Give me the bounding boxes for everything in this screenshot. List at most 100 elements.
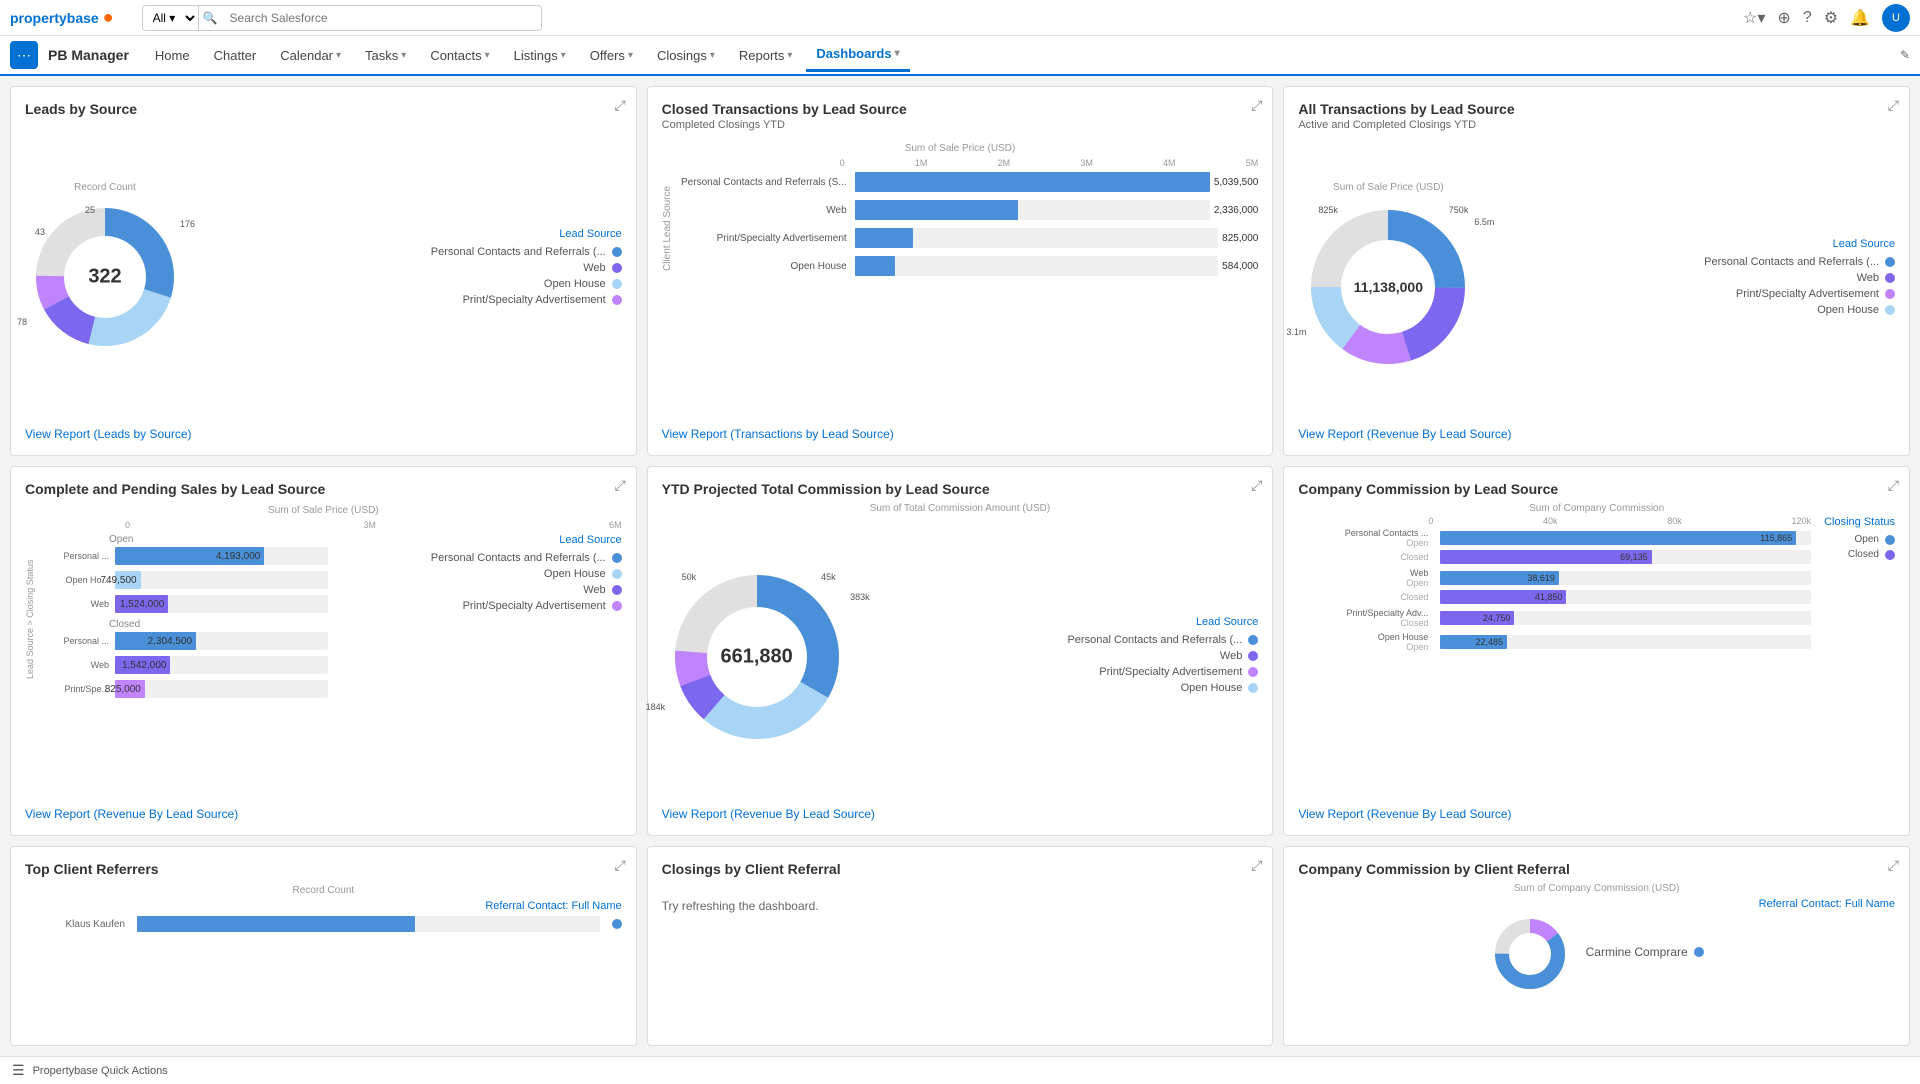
- logo: propertybase ●: [10, 7, 114, 28]
- ytd-label-184k: 184k: [646, 702, 666, 712]
- cp-bar-fill-5: 825,000: [115, 680, 145, 698]
- card-ytd-commission: YTD Projected Total Commission by Lead S…: [647, 466, 1274, 836]
- legend-cp-dot-3: [612, 601, 622, 611]
- bar-label-3: Open House: [677, 261, 847, 272]
- chart-cc: Sum of Company Commission 0 40k 80k 120k…: [1298, 499, 1895, 799]
- view-report-leads[interactable]: View Report (Leads by Source): [25, 419, 622, 441]
- view-report-cp[interactable]: View Report (Revenue By Lead Source): [25, 799, 622, 821]
- nav-home[interactable]: Home: [145, 40, 200, 71]
- legend-cp-label-1: Open House: [544, 568, 606, 580]
- chart-cp: Sum of Sale Price (USD) 0 3M 6M Lead Sou…: [25, 499, 622, 799]
- nav-offers[interactable]: Offers ▾: [580, 40, 643, 71]
- tick-3m: 3M: [1080, 158, 1093, 168]
- bar-label-0: Personal Contacts and Referrals (S...: [677, 177, 847, 188]
- card-title-leads: Leads by Source: [25, 101, 622, 117]
- legend-cc-dot-1: [1885, 550, 1895, 560]
- cc-fill-2: 38,619: [1440, 571, 1559, 585]
- legend-all-label-0: Personal Contacts and Referrals (...: [1704, 256, 1879, 268]
- tcr-dot-0: [612, 919, 622, 929]
- legend-ytd-label-0: Personal Contacts and Referrals (...: [1067, 634, 1242, 646]
- settings-icon[interactable]: ⚙: [1824, 8, 1838, 28]
- cc-bar-3: Closed 41,850: [1298, 590, 1811, 604]
- legend-all-3: Open House: [1498, 304, 1895, 316]
- view-report-cc[interactable]: View Report (Revenue By Lead Source): [1298, 799, 1895, 821]
- nav-dashboards[interactable]: Dashboards ▾: [806, 38, 909, 72]
- cc-axis-label: Sum of Company Commission: [1298, 503, 1895, 514]
- cc-label-1: Closed: [1298, 552, 1428, 562]
- ytd-label-383k: 383k: [850, 592, 870, 602]
- cp-bar-label-0: Personal ...: [39, 551, 109, 561]
- legend-leads: Lead Source Personal Contacts and Referr…: [205, 228, 622, 310]
- legend-dot-3: [612, 295, 622, 305]
- chart-ccr: Sum of Company Commission (USD) Referral…: [1298, 879, 1895, 1031]
- help-icon[interactable]: ?: [1803, 9, 1812, 27]
- expand-closed[interactable]: ⤢: [1251, 97, 1262, 114]
- expand-leads[interactable]: ⤢: [614, 97, 625, 114]
- legend-ytd-dot-1: [1248, 651, 1258, 661]
- legend-ytd-2: Print/Specialty Advertisement: [882, 666, 1259, 678]
- ccr-legend: Carmine Comprare: [1586, 945, 1704, 963]
- expand-cc[interactable]: ⤢: [1888, 477, 1899, 494]
- cp-bar-2: Web 1,524,000: [39, 595, 328, 613]
- nav-listings[interactable]: Listings ▾: [504, 40, 576, 71]
- view-report-closed[interactable]: View Report (Transactions by Lead Source…: [662, 419, 1259, 441]
- nav-calendar[interactable]: Calendar ▾: [270, 40, 351, 71]
- legend-title-cc: Closing Status: [1815, 516, 1895, 528]
- nav-reports[interactable]: Reports ▾: [729, 40, 803, 71]
- donut-value-leads: 322: [88, 265, 121, 288]
- cp-open-label: Open: [109, 534, 328, 545]
- cc-bar-5: Open House Open 22,485: [1298, 632, 1811, 652]
- nav-closings[interactable]: Closings ▾: [647, 40, 725, 71]
- nav-contacts[interactable]: Contacts ▾: [420, 40, 499, 71]
- cp-bar-track-3: 2,304,500: [115, 632, 328, 650]
- app-icon: ⋯: [10, 41, 38, 69]
- status-label: Propertybase Quick Actions: [33, 1065, 168, 1077]
- card-title-cp: Complete and Pending Sales by Lead Sourc…: [25, 481, 622, 497]
- cc-tick-0: 0: [1428, 516, 1433, 526]
- cc-status-3: Closed: [1400, 592, 1428, 602]
- bar-val-0: 5,039,500: [1214, 177, 1259, 188]
- legend-ytd-0: Personal Contacts and Referrals (...: [882, 634, 1259, 646]
- cp-bar-4: Web 1,542,000: [39, 656, 328, 674]
- expand-tcr[interactable]: ⤢: [614, 857, 625, 874]
- view-report-ytd[interactable]: View Report (Revenue By Lead Source): [662, 799, 1259, 821]
- nav-brand: PB Manager: [48, 47, 129, 63]
- search-filter[interactable]: All ▾: [143, 6, 199, 30]
- cp-with-axis: Lead Source > Closing Status Open Person…: [25, 534, 622, 704]
- hamburger-icon[interactable]: ☰: [12, 1062, 25, 1079]
- favorites-icon[interactable]: ☆▾: [1743, 8, 1765, 28]
- legend-cp: Lead Source Personal Contacts and Referr…: [332, 534, 621, 704]
- expand-cp[interactable]: ⤢: [614, 477, 625, 494]
- nav-tasks[interactable]: Tasks ▾: [355, 40, 416, 71]
- cp-bar-track-0: 4,193,000: [115, 547, 328, 565]
- view-report-all[interactable]: View Report (Revenue By Lead Source): [1298, 419, 1895, 441]
- legend-dot-0: [612, 247, 622, 257]
- status-bar: ☰ Propertybase Quick Actions: [0, 1056, 1920, 1084]
- expand-all[interactable]: ⤢: [1888, 97, 1899, 114]
- tcr-fill-0: [137, 916, 415, 932]
- axis-ticks-closed: 0 1M 2M 3M 4M 5M: [840, 158, 1259, 168]
- bar-row-3: Open House 584,000: [677, 256, 1259, 276]
- tcr-track-0: [137, 916, 600, 932]
- cc-group-5: Open House: [1378, 632, 1429, 642]
- nav-chatter[interactable]: Chatter: [204, 40, 267, 71]
- legend-cp-3: Print/Specialty Advertisement: [332, 600, 621, 612]
- donut-area-ytd: 661,880 383k 184k 50k 45k Lead Source Pe…: [662, 514, 1259, 799]
- notifications-icon[interactable]: 🔔: [1850, 8, 1870, 28]
- ytd-axis-label: Sum of Total Commission Amount (USD): [662, 503, 1259, 514]
- legend-cp-2: Web: [332, 584, 621, 596]
- legend-cc-1: Closed: [1815, 549, 1895, 560]
- avatar[interactable]: U: [1882, 4, 1910, 32]
- expand-ytd[interactable]: ⤢: [1251, 477, 1262, 494]
- legend-all-dot-2: [1885, 289, 1895, 299]
- donut-outer-750k: 750k: [1449, 205, 1469, 215]
- expand-ccr[interactable]: ⤢: [1888, 857, 1899, 874]
- search-input[interactable]: [222, 7, 541, 29]
- expand-cbr[interactable]: ⤢: [1251, 857, 1262, 874]
- legend-ytd-dot-0: [1248, 635, 1258, 645]
- nav-edit-icon[interactable]: ✎: [1900, 48, 1910, 62]
- ccr-legend-label-0: Carmine Comprare: [1586, 945, 1688, 959]
- add-icon[interactable]: ⊕: [1777, 8, 1790, 28]
- card-closings-referral: Closings by Client Referral ⤢ Try refres…: [647, 846, 1274, 1046]
- legend-cp-dot-0: [612, 553, 622, 563]
